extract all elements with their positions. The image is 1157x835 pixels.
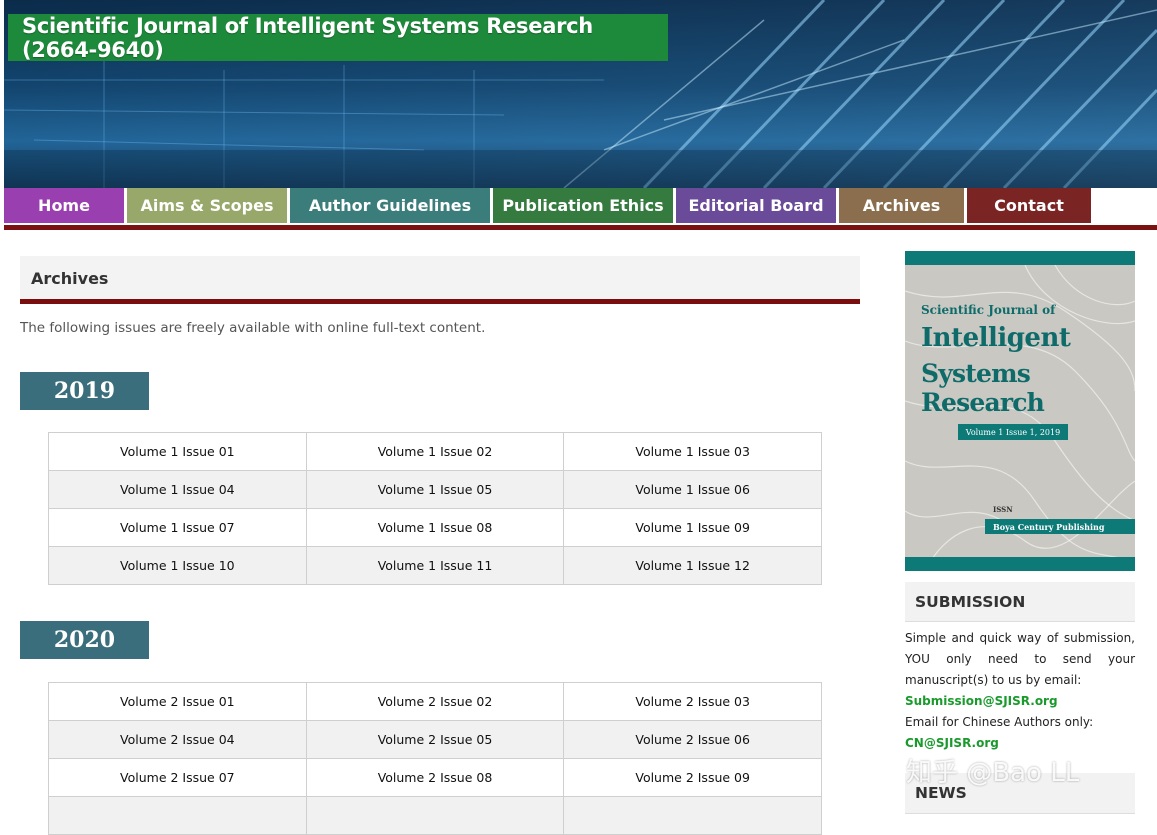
archives-heading-rule bbox=[20, 299, 860, 304]
table-row: Volume 1 Issue 07 Volume 1 Issue 08 Volu… bbox=[48, 508, 822, 547]
table-row: Volume 1 Issue 04 Volume 1 Issue 05 Volu… bbox=[48, 470, 822, 509]
cover-title-line3: Systems Research bbox=[921, 359, 1045, 417]
issue-link[interactable]: Volume 1 Issue 07 bbox=[48, 508, 307, 547]
cover-volume-label: Volume 1 Issue 1, 2019 bbox=[958, 424, 1068, 440]
cover-publisher: Boya Century Publishing bbox=[985, 519, 1135, 534]
issue-link[interactable]: Volume 2 Issue 04 bbox=[48, 720, 307, 759]
archives-heading: Archives bbox=[20, 256, 860, 300]
issue-link[interactable]: Volume 2 Issue 08 bbox=[305, 758, 565, 797]
year-badge-2019: 2019 bbox=[20, 372, 149, 410]
chinese-authors-text: Email for Chinese Authors only: bbox=[905, 715, 1094, 729]
submission-heading: SUBMISSION bbox=[905, 582, 1135, 622]
issue-link[interactable]: Volume 1 Issue 12 bbox=[563, 546, 822, 585]
cover-bottom-bar bbox=[905, 557, 1135, 571]
issue-link[interactable]: Volume 1 Issue 09 bbox=[563, 508, 822, 547]
archives-intro: The following issues are freely availabl… bbox=[20, 320, 486, 336]
nav-divider bbox=[4, 225, 1157, 230]
issue-link[interactable]: Volume 2 Issue 06 bbox=[563, 720, 822, 759]
journal-title: Scientific Journal of Intelligent System… bbox=[8, 14, 668, 62]
table-row: Volume 2 Issue 01 Volume 2 Issue 02 Volu… bbox=[48, 682, 822, 721]
issue-link[interactable] bbox=[563, 796, 822, 835]
issue-link[interactable] bbox=[305, 796, 565, 835]
table-row: Volume 1 Issue 10 Volume 1 Issue 11 Volu… bbox=[48, 546, 822, 585]
nav-editorial-board[interactable]: Editorial Board bbox=[676, 188, 836, 223]
issue-link[interactable]: Volume 1 Issue 11 bbox=[305, 546, 565, 585]
header-banner: Scientific Journal of Intelligent System… bbox=[4, 0, 1157, 188]
table-row: Volume 1 Issue 01 Volume 1 Issue 02 Volu… bbox=[48, 432, 822, 471]
issue-link[interactable]: Volume 1 Issue 03 bbox=[563, 432, 822, 471]
table-row bbox=[48, 796, 822, 835]
watermark-text: 知乎 @Bao LL bbox=[906, 758, 1080, 788]
cover-issn: ISSN bbox=[993, 505, 1013, 514]
issue-link[interactable]: Volume 2 Issue 07 bbox=[48, 758, 307, 797]
issue-link[interactable]: Volume 2 Issue 05 bbox=[305, 720, 565, 759]
issue-link[interactable]: Volume 1 Issue 08 bbox=[305, 508, 565, 547]
submission-email-link[interactable]: Submission@SJISR.org bbox=[905, 694, 1058, 708]
nav-home[interactable]: Home bbox=[4, 188, 124, 223]
issue-link[interactable]: Volume 2 Issue 03 bbox=[563, 682, 822, 721]
year-badge-2020: 2020 bbox=[20, 621, 149, 659]
table-row: Volume 2 Issue 04 Volume 2 Issue 05 Volu… bbox=[48, 720, 822, 759]
issue-link[interactable]: Volume 2 Issue 09 bbox=[563, 758, 822, 797]
nav-publication-ethics[interactable]: Publication Ethics bbox=[493, 188, 673, 223]
cover-top-bar bbox=[905, 251, 1135, 265]
cover-title-line2: Intelligent bbox=[921, 323, 1071, 353]
issue-link[interactable]: Volume 1 Issue 02 bbox=[305, 432, 565, 471]
issue-link[interactable]: Volume 1 Issue 01 bbox=[48, 432, 307, 471]
issue-link[interactable]: Volume 2 Issue 01 bbox=[48, 682, 307, 721]
nav-aims-scopes[interactable]: Aims & Scopes bbox=[127, 188, 287, 223]
issues-table-2019: Volume 1 Issue 01 Volume 1 Issue 02 Volu… bbox=[48, 432, 822, 585]
issue-link[interactable]: Volume 1 Issue 06 bbox=[563, 470, 822, 509]
issue-link[interactable]: Volume 1 Issue 10 bbox=[48, 546, 307, 585]
issue-link[interactable]: Volume 1 Issue 05 bbox=[305, 470, 565, 509]
issue-link[interactable]: Volume 2 Issue 02 bbox=[305, 682, 565, 721]
main-nav: Home Aims & Scopes Author Guidelines Pub… bbox=[4, 188, 1094, 223]
issues-table-2020: Volume 2 Issue 01 Volume 2 Issue 02 Volu… bbox=[48, 682, 822, 835]
nav-contact[interactable]: Contact bbox=[967, 188, 1091, 223]
nav-archives[interactable]: Archives bbox=[839, 188, 964, 223]
journal-cover-image[interactable]: Scientific Journal of Intelligent System… bbox=[905, 251, 1135, 571]
submission-text: Simple and quick way of submission, YOU … bbox=[905, 631, 1135, 687]
issue-link[interactable]: Volume 1 Issue 04 bbox=[48, 470, 307, 509]
nav-author-guidelines[interactable]: Author Guidelines bbox=[290, 188, 490, 223]
table-row: Volume 2 Issue 07 Volume 2 Issue 08 Volu… bbox=[48, 758, 822, 797]
cover-title-line1: Scientific Journal of bbox=[921, 303, 1056, 317]
chinese-email-link[interactable]: CN@SJISR.org bbox=[905, 736, 999, 750]
issue-link[interactable] bbox=[48, 796, 307, 835]
